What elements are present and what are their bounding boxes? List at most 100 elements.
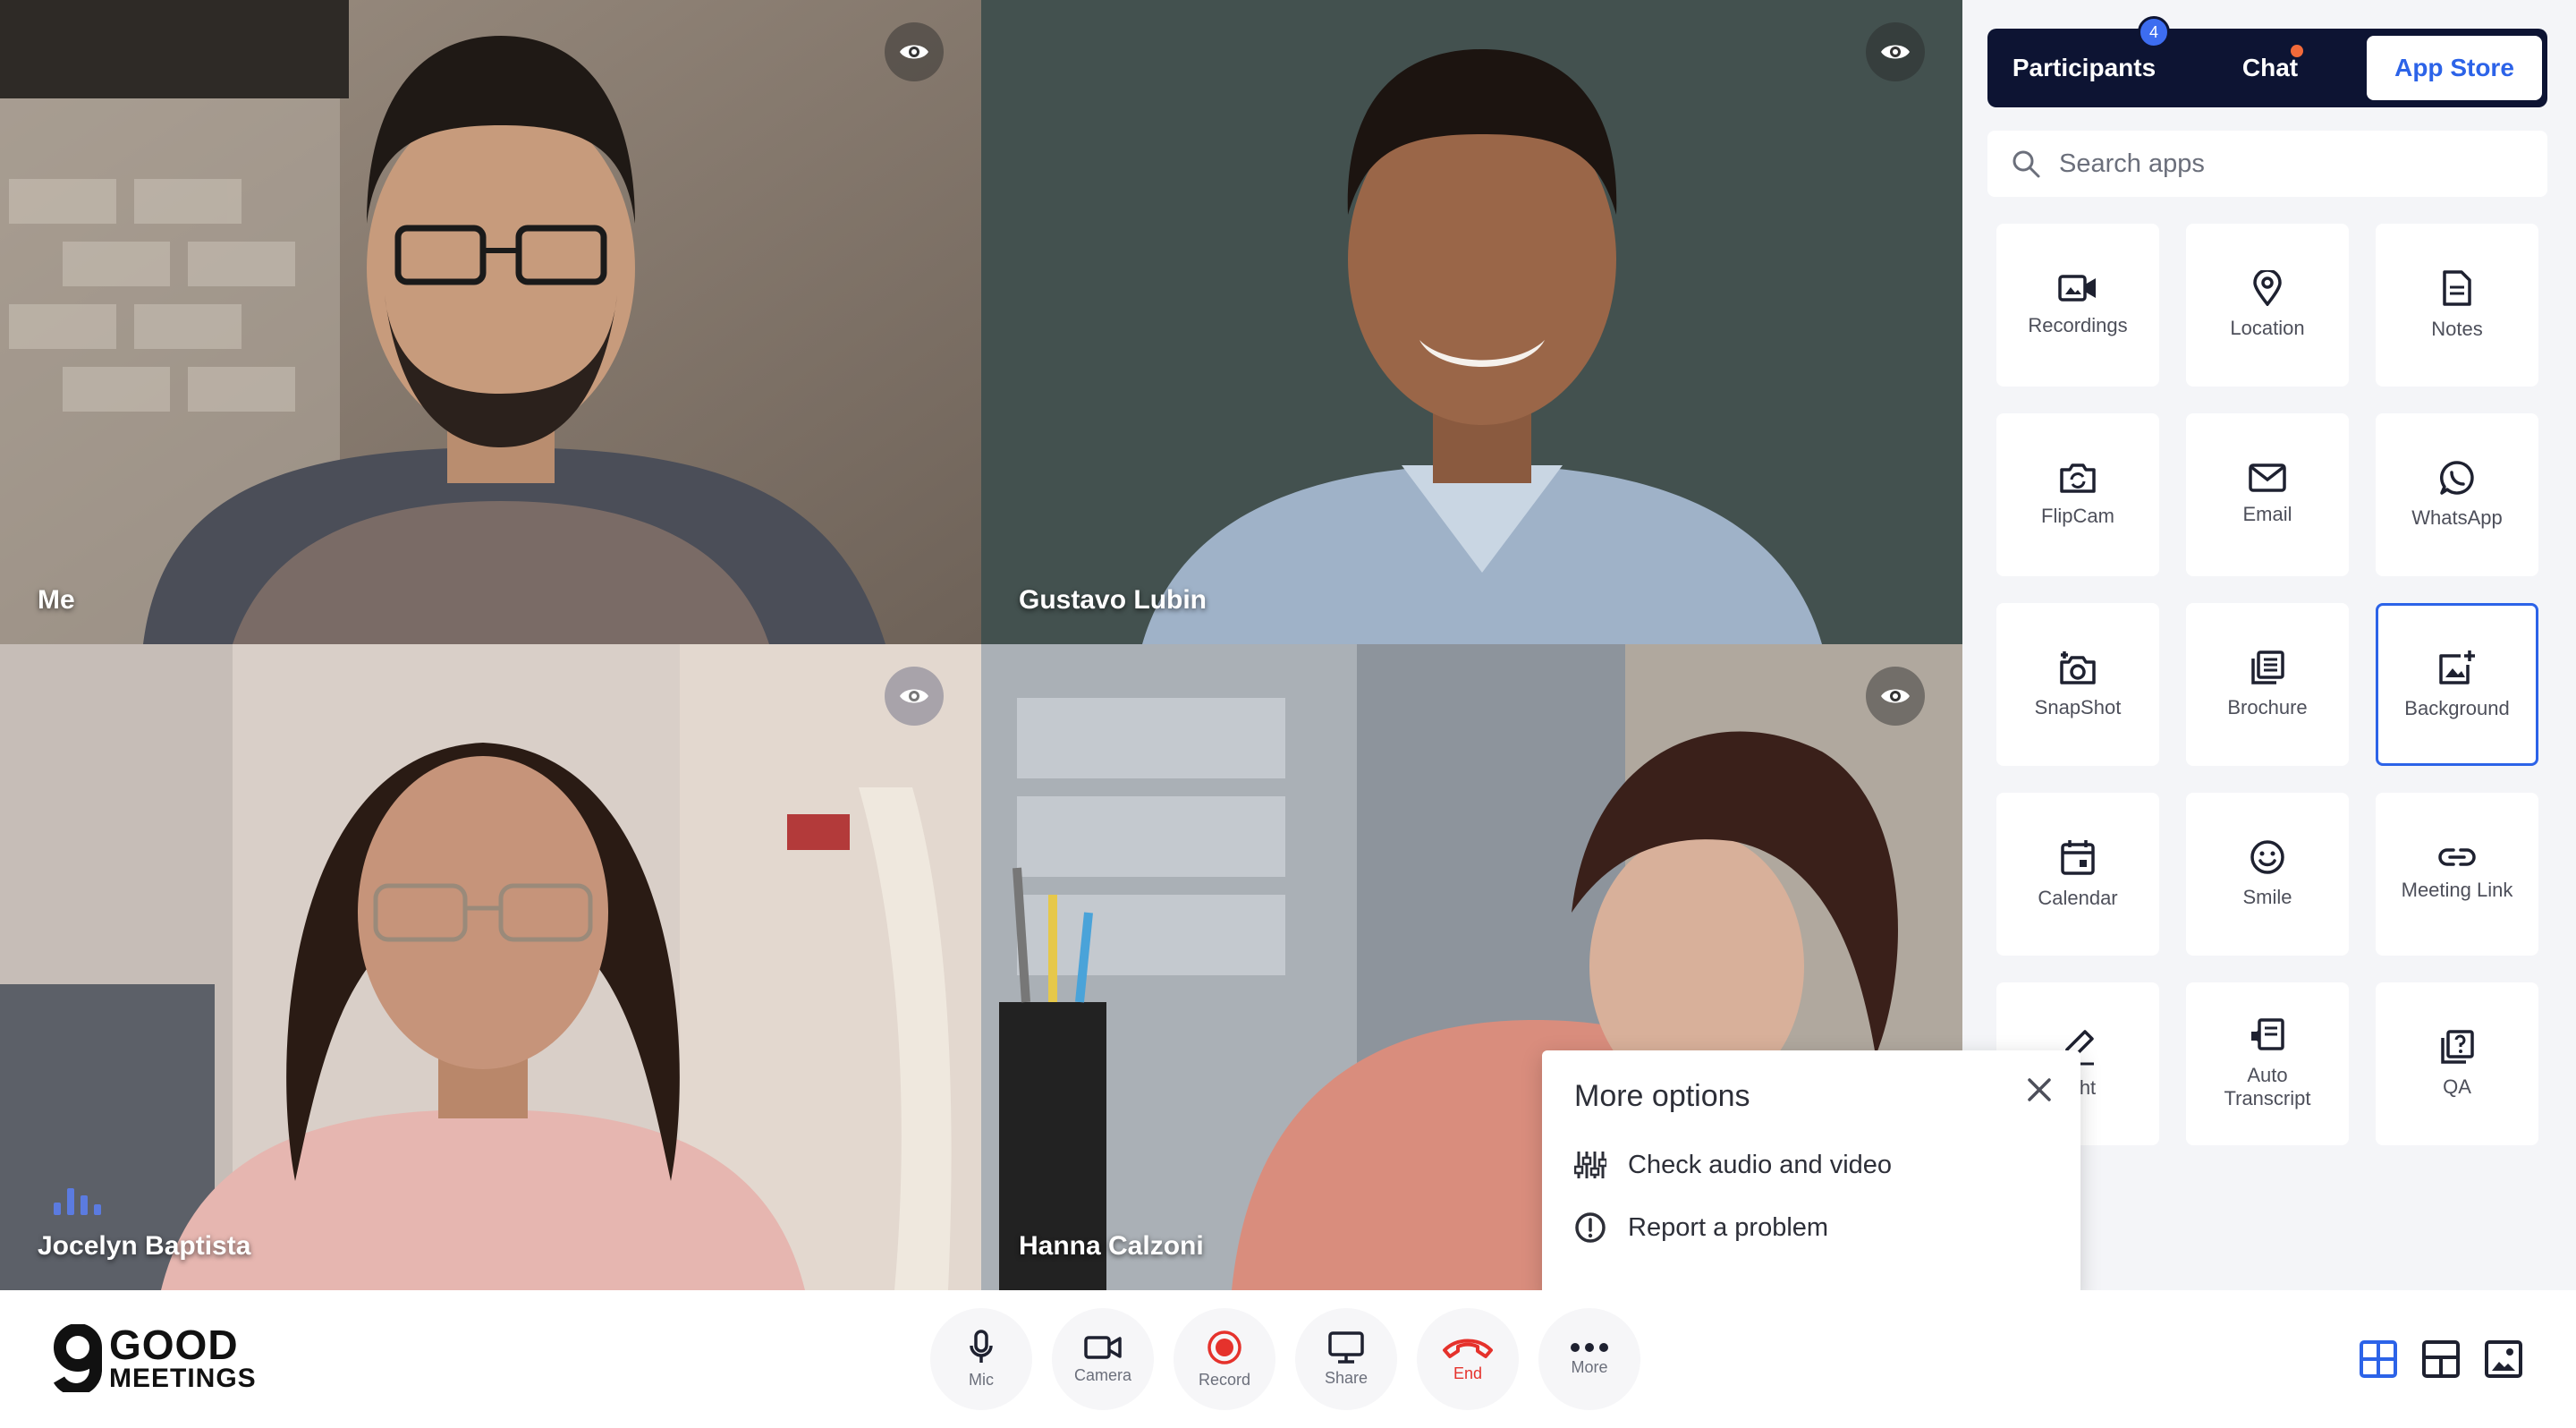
share-button[interactable]: Share [1295, 1308, 1397, 1410]
mic-button[interactable]: Mic [930, 1308, 1032, 1410]
tab-label: Chat [2241, 54, 2299, 81]
control-label: Mic [969, 1370, 994, 1389]
control-label: Share [1324, 1368, 1368, 1387]
control-label: More [1571, 1357, 1608, 1376]
focus-layout-button[interactable] [2481, 1337, 2526, 1381]
video-tile-jocelyn[interactable]: Jocelyn Baptista [0, 644, 981, 1290]
spotlight-eye-button[interactable] [1866, 667, 1925, 726]
tab-chat[interactable]: Chat [2181, 29, 2360, 107]
camera-button[interactable]: Camera [1052, 1308, 1154, 1410]
video-tile-gustavo[interactable]: Gustavo Lubin [981, 0, 1962, 644]
app-smile[interactable]: Smile [2186, 793, 2349, 956]
app-notes[interactable]: Notes [2376, 224, 2538, 387]
app-label: Meeting Link [2401, 879, 2513, 901]
record-button[interactable]: Record [1174, 1308, 1275, 1410]
app-label: Smile [2242, 886, 2292, 908]
brochure-icon [2251, 650, 2284, 684]
video-camera-icon [1084, 1335, 1122, 1359]
app-label: FlipCam [2041, 505, 2114, 527]
sidebar-tabs: Participants 4 Chat App Store [1987, 16, 2547, 107]
participant-video [0, 0, 981, 644]
control-label: Camera [1073, 1365, 1132, 1384]
flip-camera-icon [2060, 463, 2096, 493]
app-whatsapp[interactable]: WhatsApp [2376, 413, 2538, 576]
link-icon [2438, 848, 2476, 866]
app-location[interactable]: Location [2186, 224, 2349, 387]
app-email[interactable]: Email [2186, 413, 2349, 576]
eye-icon [900, 45, 928, 59]
app-background[interactable]: Background [2376, 603, 2538, 766]
app-label: Recordings [2028, 314, 2128, 336]
eye-icon [1881, 45, 1910, 59]
transcript-icon [2251, 1018, 2284, 1050]
participant-video [0, 644, 981, 1290]
speaker-layout-button[interactable] [2419, 1337, 2463, 1381]
spotlight-eye-button[interactable] [885, 667, 944, 726]
close-button[interactable] [2027, 1077, 2052, 1107]
grid-layout-icon [2360, 1340, 2397, 1378]
app-recordings[interactable]: Recordings [1996, 224, 2159, 387]
meeting-app: Me Gustavo Lubin Jocelyn Baptista Hanna … [0, 0, 2576, 1428]
app-flipcam[interactable]: FlipCam [1996, 413, 2159, 576]
popup-title: More options [1574, 1079, 1750, 1113]
eye-icon [900, 689, 928, 703]
app-qa[interactable]: QA [2376, 982, 2538, 1145]
end-call-button[interactable]: End [1417, 1308, 1519, 1410]
app-label: QA [2443, 1075, 2471, 1098]
item-label: Report a problem [1628, 1212, 1829, 1242]
app-label: WhatsApp [2411, 506, 2503, 529]
app-label: SnapShot [2034, 696, 2122, 718]
app-label: Calendar [2038, 887, 2118, 909]
speaker-layout-icon [2422, 1340, 2460, 1378]
whatsapp-icon [2440, 461, 2474, 495]
app-auto-transcript[interactable]: Auto Transcript [2186, 982, 2349, 1145]
report-problem-item[interactable]: Report a problem [1574, 1211, 1828, 1244]
participant-name: Gustavo Lubin [1019, 585, 1207, 615]
app-calendar[interactable]: Calendar [1996, 793, 2159, 956]
spotlight-eye-button[interactable] [885, 22, 944, 81]
grid-layout-button[interactable] [2356, 1337, 2401, 1381]
app-label: Location [2230, 317, 2305, 339]
location-pin-icon [2253, 270, 2282, 306]
app-label: Email [2242, 503, 2292, 525]
more-options-popup: More options Check audio and video Repor… [1542, 1050, 2080, 1299]
participant-name: Hanna Calzoni [1019, 1231, 1204, 1261]
logo-mark-icon [53, 1324, 102, 1392]
tab-label: App Store [2394, 54, 2514, 81]
participant-video [981, 0, 1962, 644]
app-label: Brochure [2227, 696, 2308, 718]
search-apps-input[interactable]: Search apps [1987, 131, 2547, 197]
smile-icon [2250, 840, 2284, 874]
app-label: Background [2404, 697, 2510, 719]
envelope-icon [2249, 463, 2286, 492]
more-dots-icon [1571, 1342, 1608, 1352]
participant-name: Me [38, 585, 75, 615]
hang-up-icon [1443, 1339, 1493, 1358]
app-meeting-link[interactable]: Meeting Link [2376, 793, 2538, 956]
question-icon [2441, 1030, 2474, 1064]
check-audio-video-item[interactable]: Check audio and video [1574, 1149, 1892, 1181]
more-button[interactable]: More [1538, 1308, 1640, 1410]
focus-layout-icon [2485, 1340, 2522, 1378]
app-snapshot[interactable]: SnapShot [1996, 603, 2159, 766]
alert-icon [1575, 1212, 1606, 1243]
tab-label: Participants [2012, 54, 2157, 81]
microphone-icon [970, 1329, 993, 1363]
item-label: Check audio and video [1628, 1150, 1893, 1179]
participant-name: Jocelyn Baptista [38, 1231, 251, 1261]
equalizer-icon [1574, 1152, 1606, 1178]
audio-level-indicator [54, 1188, 101, 1215]
unread-dot [2291, 45, 2303, 57]
spotlight-eye-button[interactable] [1866, 22, 1925, 81]
app-label: Notes [2431, 318, 2483, 340]
app-brochure[interactable]: Brochure [2186, 603, 2349, 766]
app-label: Auto Transcript [2224, 1064, 2311, 1109]
video-camera-icon [2058, 275, 2096, 302]
tab-app-store[interactable]: App Store [2367, 36, 2542, 100]
snapshot-camera-icon [2060, 651, 2096, 684]
video-tile-me[interactable]: Me [0, 0, 981, 644]
logo-line-1: GOOD [109, 1322, 239, 1368]
search-placeholder: Search apps [2059, 149, 2205, 178]
record-icon [1208, 1330, 1241, 1364]
control-label: Record [1198, 1370, 1251, 1389]
